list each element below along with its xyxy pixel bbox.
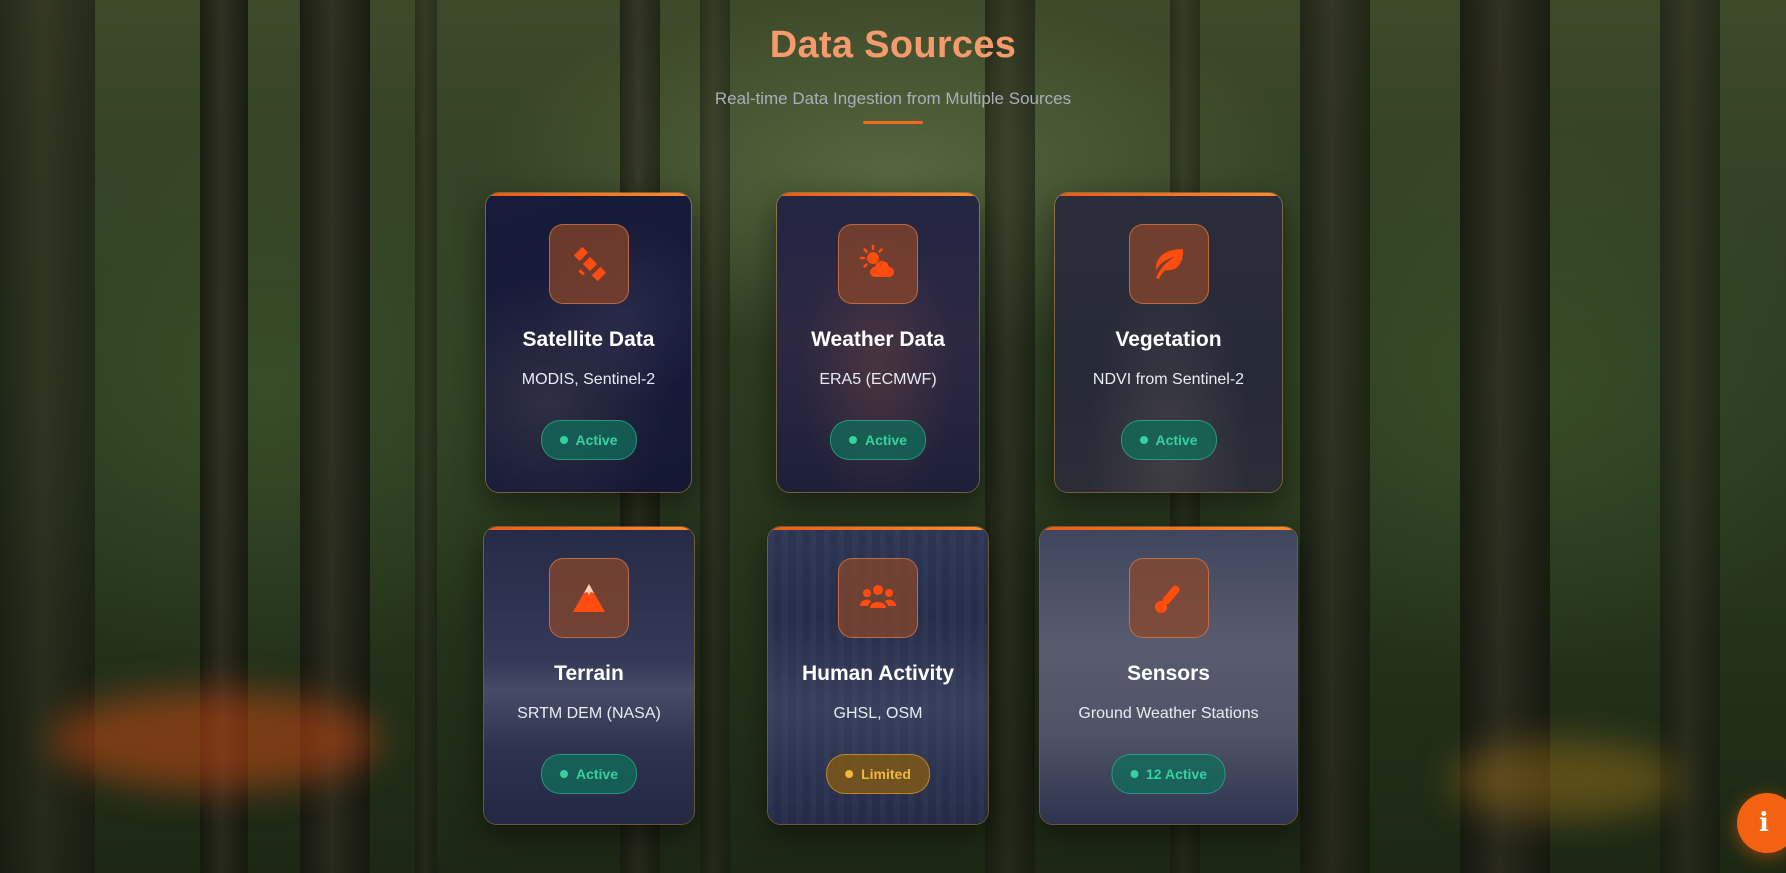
- status-badge: Active: [540, 420, 637, 460]
- title-underline: [863, 121, 923, 124]
- card-sensors[interactable]: Sensors Ground Weather Stations 12 Activ…: [1039, 526, 1298, 825]
- card-title: Sensors: [1127, 662, 1210, 685]
- mountain-icon: [549, 558, 629, 638]
- card-subtitle: SRTM DEM (NASA): [517, 705, 661, 722]
- card-title: Weather Data: [811, 328, 945, 351]
- leaf-icon: [1128, 224, 1209, 304]
- card-title: Human Activity: [801, 662, 955, 685]
- card-subtitle: NDVI from Sentinel-2: [1092, 371, 1245, 388]
- card-human-activity[interactable]: Human Activity GHSL, OSM Limited: [767, 526, 989, 825]
- status-badge: Limited: [826, 754, 930, 794]
- cloud-sun-icon: [838, 224, 918, 304]
- thermometer-icon: [1128, 558, 1209, 638]
- page-subtitle: Real-time Data Ingestion from Multiple S…: [714, 89, 1072, 108]
- users-icon: [838, 558, 918, 638]
- card-weather-data[interactable]: Weather Data ERA5 (ECMWF) Active: [776, 192, 980, 493]
- card-terrain[interactable]: Terrain SRTM DEM (NASA) Active: [483, 526, 695, 825]
- card-title: Vegetation: [1115, 328, 1222, 351]
- info-icon: i: [1759, 808, 1769, 838]
- status-badge: Active: [540, 754, 638, 794]
- page-header: Data Sources Real-time Data Ingestion fr…: [0, 24, 1786, 124]
- card-satellite-data[interactable]: Satellite Data MODIS, Sentinel-2 Active: [485, 192, 692, 493]
- page-title: Data Sources: [769, 24, 1017, 66]
- satellite-icon: [548, 224, 629, 304]
- status-badge: Active: [829, 420, 927, 460]
- card-subtitle: GHSL, OSM: [833, 705, 923, 722]
- status-badge: Active: [1120, 420, 1217, 460]
- card-subtitle: ERA5 (ECMWF): [819, 371, 937, 388]
- status-badge: 12 Active: [1111, 754, 1226, 794]
- card-title: Satellite Data: [522, 328, 655, 351]
- card-subtitle: Ground Weather Stations: [1078, 705, 1259, 722]
- card-title: Terrain: [554, 662, 624, 685]
- card-subtitle: MODIS, Sentinel-2: [521, 371, 656, 388]
- card-vegetation[interactable]: Vegetation NDVI from Sentinel-2 Active: [1054, 192, 1283, 493]
